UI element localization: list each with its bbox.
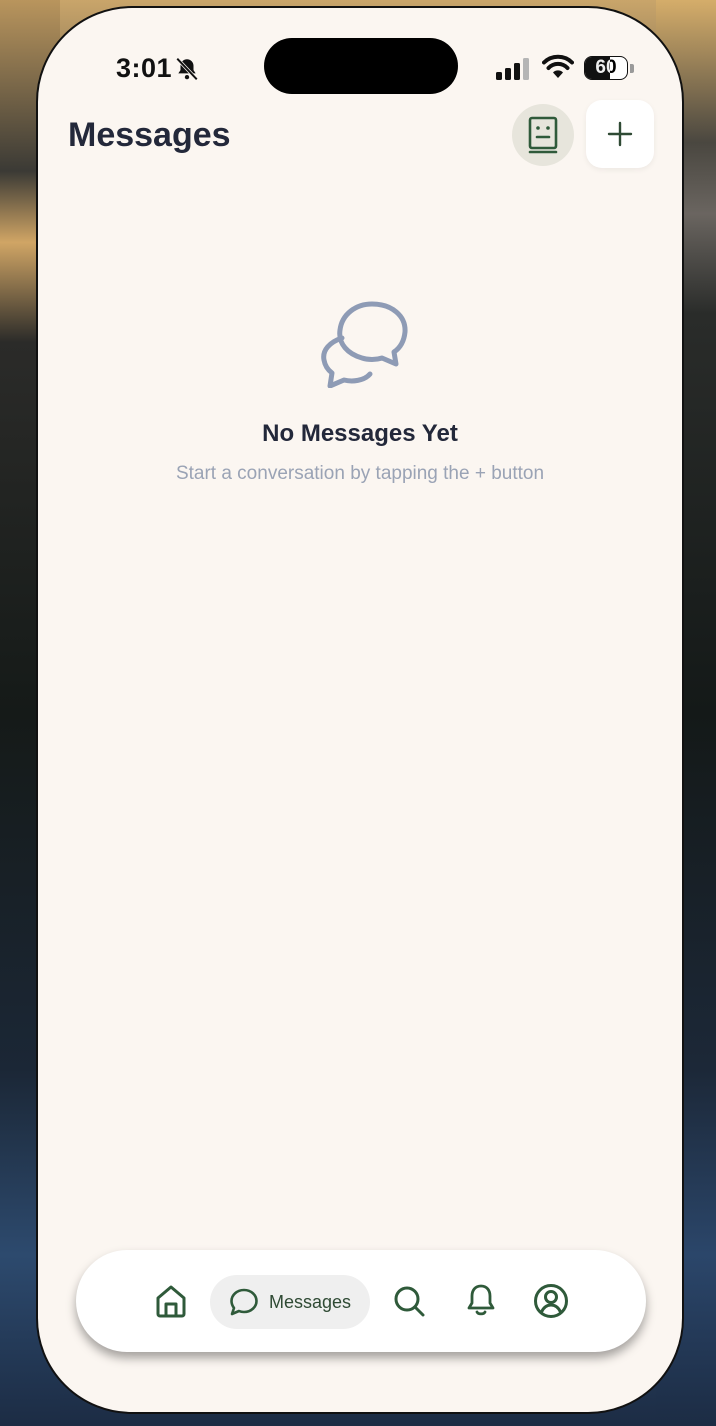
phone-screen: 3:01 60 Messages No Messages Yet Start a… — [36, 6, 684, 1414]
plus-icon — [607, 121, 633, 147]
silent-mode-icon — [175, 57, 199, 81]
new-message-button[interactable] — [586, 100, 654, 168]
tab-messages[interactable]: Messages — [210, 1275, 370, 1329]
chat-bubble-icon — [230, 1288, 258, 1316]
home-icon — [156, 1285, 186, 1318]
status-time: 3:01 — [116, 53, 173, 83]
bell-icon — [467, 1284, 495, 1316]
tab-home[interactable] — [154, 1283, 188, 1319]
battery-cap — [630, 64, 634, 73]
tab-messages-label: Messages — [268, 1291, 352, 1312]
page-title: Messages — [68, 116, 231, 154]
wifi-icon — [542, 54, 574, 78]
empty-state-title: No Messages Yet — [262, 420, 458, 447]
chat-bubbles-icon — [321, 301, 408, 388]
tab-notifications[interactable] — [464, 1282, 498, 1318]
contact-book-icon — [528, 116, 558, 154]
tab-profile[interactable] — [532, 1282, 570, 1320]
bottom-tab-bar: Messages — [76, 1250, 646, 1352]
status-bar: 3:01 60 — [38, 8, 682, 108]
cellular-signal-icon — [496, 58, 529, 80]
profile-icon — [534, 1284, 568, 1318]
battery-percent: 60 — [595, 57, 617, 78]
tab-search[interactable] — [392, 1284, 426, 1318]
empty-state-subtitle: Start a conversation by tapping the + bu… — [175, 463, 545, 484]
dynamic-island — [264, 38, 458, 94]
contacts-button[interactable] — [512, 104, 574, 166]
battery-indicator: 60 — [584, 56, 628, 80]
search-icon — [394, 1286, 425, 1317]
